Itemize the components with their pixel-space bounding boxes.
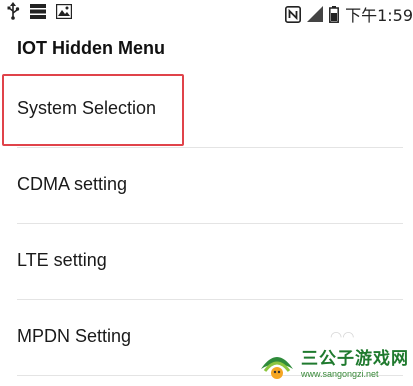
storage-icon (30, 3, 46, 19)
menu-item-lte-setting[interactable]: LTE setting (0, 224, 413, 300)
menu-item-label: LTE setting (17, 250, 107, 270)
status-bar-right: 下午1:59 (285, 2, 413, 26)
nfc-icon (285, 5, 302, 23)
menu-item-label: CDMA setting (17, 174, 128, 194)
battery-icon (329, 5, 340, 23)
watermark-logo-icon (257, 349, 297, 381)
status-bar: 下午1:59 (0, 0, 413, 26)
menu-item-cdma-setting[interactable]: CDMA setting (0, 148, 413, 224)
status-time: 下午1:59 (345, 6, 413, 25)
page-title: IOT Hidden Menu (17, 38, 165, 58)
signal-icon (307, 6, 324, 22)
menu-item-label: MPDN Setting (17, 326, 132, 346)
image-icon (56, 3, 72, 19)
watermark-text: 三公子游戏网 www.sangongzi.net (301, 351, 409, 379)
faint-watermark-glyph: ◠◠ (330, 328, 355, 344)
status-bar-left (6, 2, 72, 20)
watermark: 三公子游戏网 www.sangongzi.net (257, 349, 409, 381)
usb-icon (6, 2, 20, 20)
watermark-url: www.sangongzi.net (301, 369, 379, 379)
highlight-annotation-box (2, 74, 184, 146)
watermark-title: 三公子游戏网 (301, 349, 409, 369)
